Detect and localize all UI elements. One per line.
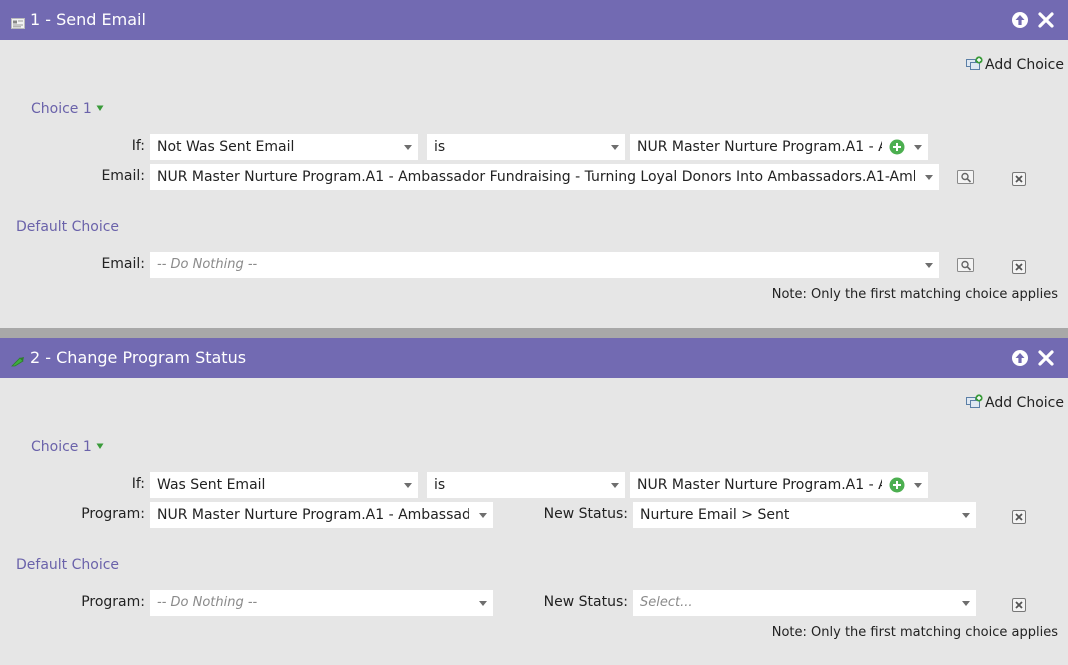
remove-default-button[interactable]: [1012, 260, 1026, 278]
chevron-down-icon: [479, 601, 487, 606]
email-step-icon: [11, 14, 25, 33]
add-constraint-icon[interactable]: [889, 139, 905, 155]
email-select[interactable]: NUR Master Nurture Program.A1 - Ambassad…: [150, 164, 939, 190]
default-status-placeholder: Select...: [640, 595, 693, 610]
choice-label: Choice 1: [31, 101, 92, 117]
step-header[interactable]: 2 - Change Program Status: [0, 338, 1068, 378]
close-icon: [1038, 12, 1054, 28]
preview-icon: [957, 258, 974, 272]
if-label: If:: [131, 138, 145, 154]
choice-1-toggle[interactable]: Choice 1: [31, 101, 104, 117]
delete-step-button[interactable]: [1036, 348, 1056, 368]
add-choice-label: Add Choice: [985, 57, 1064, 73]
step-title: 1 - Send Email: [30, 10, 146, 29]
remove-choice-button[interactable]: [1012, 172, 1026, 190]
program-constraint-value: NUR Master Nurture Program.A1 - Am: [637, 477, 882, 493]
default-email-placeholder: -- Do Nothing --: [157, 257, 258, 272]
move-up-button[interactable]: [1010, 10, 1030, 30]
new-status-value: Nurture Email > Sent: [640, 507, 790, 523]
add-choice-button[interactable]: Add Choice: [966, 394, 1064, 411]
condition-value: Was Sent Email: [157, 477, 266, 493]
flow-step-change-program-status: 2 - Change Program Status Add Choice Cho…: [0, 338, 1068, 665]
delete-icon: [1012, 598, 1026, 612]
program-select[interactable]: NUR Master Nurture Program.A1 - Ambassad…: [150, 502, 493, 528]
program-value: NUR Master Nurture Program.A1 - Ambassad…: [157, 507, 469, 523]
program-constraint-value: NUR Master Nurture Program.A1 - Am: [637, 139, 882, 155]
add-choice-icon: [966, 394, 983, 408]
preview-icon: [957, 170, 974, 184]
add-choice-button[interactable]: Add Choice: [966, 56, 1064, 73]
choice-1-toggle[interactable]: Choice 1: [31, 439, 104, 455]
default-program-placeholder: -- Do Nothing --: [157, 595, 258, 610]
choice-label: Choice 1: [31, 439, 92, 455]
chevron-down-icon: [479, 513, 487, 518]
program-label: Program:: [81, 506, 145, 522]
step-separator: [0, 328, 1068, 338]
preview-email-button[interactable]: [957, 170, 975, 189]
arrow-up-icon: [1012, 12, 1028, 28]
chevron-down-icon: [611, 145, 619, 150]
arrow-up-icon: [1012, 350, 1028, 366]
program-constraint-select[interactable]: NUR Master Nurture Program.A1 - Am: [630, 472, 928, 498]
first-match-note: Note: Only the first matching choice app…: [771, 625, 1058, 640]
email-label: Email:: [101, 168, 145, 184]
new-status-label: New Status:: [543, 506, 628, 522]
chevron-down-icon: [404, 145, 412, 150]
operator-select[interactable]: is: [427, 472, 625, 498]
email-value: NUR Master Nurture Program.A1 - Ambassad…: [157, 169, 915, 185]
first-match-note: Note: Only the first matching choice app…: [771, 287, 1058, 302]
operator-value: is: [434, 139, 446, 155]
chevron-down-icon: [404, 483, 412, 488]
delete-step-button[interactable]: [1036, 10, 1056, 30]
new-status-select[interactable]: Nurture Email > Sent: [633, 502, 976, 528]
remove-choice-button[interactable]: [1012, 510, 1026, 528]
flow-step-send-email: 1 - Send Email Add Choice Choice 1 If: N…: [0, 0, 1068, 328]
condition-value: Not Was Sent Email: [157, 139, 295, 155]
if-label: If:: [131, 476, 145, 492]
chevron-down-icon: [962, 513, 970, 518]
operator-value: is: [434, 477, 446, 493]
default-choice-label: Default Choice: [16, 557, 120, 573]
chevron-down-icon: [925, 175, 933, 180]
delete-icon: [1012, 260, 1026, 274]
default-program-select[interactable]: -- Do Nothing --: [150, 590, 493, 616]
step-header[interactable]: 1 - Send Email: [0, 0, 1068, 40]
close-icon: [1038, 350, 1054, 366]
triangle-down-icon: [96, 443, 104, 449]
remove-default-button[interactable]: [1012, 598, 1026, 616]
chevron-down-icon: [611, 483, 619, 488]
add-choice-icon: [966, 56, 983, 70]
chevron-down-icon: [962, 601, 970, 606]
triangle-down-icon: [96, 105, 104, 111]
delete-icon: [1012, 172, 1026, 186]
default-choice-label: Default Choice: [16, 219, 120, 235]
program-status-step-icon: [11, 352, 25, 371]
default-email-label: Email:: [101, 256, 145, 272]
add-choice-label: Add Choice: [985, 395, 1064, 411]
condition-select[interactable]: Not Was Sent Email: [150, 134, 418, 160]
chevron-down-icon: [925, 263, 933, 268]
program-constraint-select[interactable]: NUR Master Nurture Program.A1 - Am: [630, 134, 928, 160]
delete-icon: [1012, 510, 1026, 524]
chevron-down-icon: [914, 483, 922, 488]
chevron-down-icon: [914, 145, 922, 150]
default-program-label: Program:: [81, 594, 145, 610]
default-email-select[interactable]: -- Do Nothing --: [150, 252, 939, 278]
operator-select[interactable]: is: [427, 134, 625, 160]
add-constraint-icon[interactable]: [889, 477, 905, 493]
move-up-button[interactable]: [1010, 348, 1030, 368]
step-title: 2 - Change Program Status: [30, 348, 247, 367]
condition-select[interactable]: Was Sent Email: [150, 472, 418, 498]
preview-default-email-button[interactable]: [957, 258, 975, 277]
default-status-label: New Status:: [543, 594, 628, 610]
default-status-select[interactable]: Select...: [633, 590, 976, 616]
